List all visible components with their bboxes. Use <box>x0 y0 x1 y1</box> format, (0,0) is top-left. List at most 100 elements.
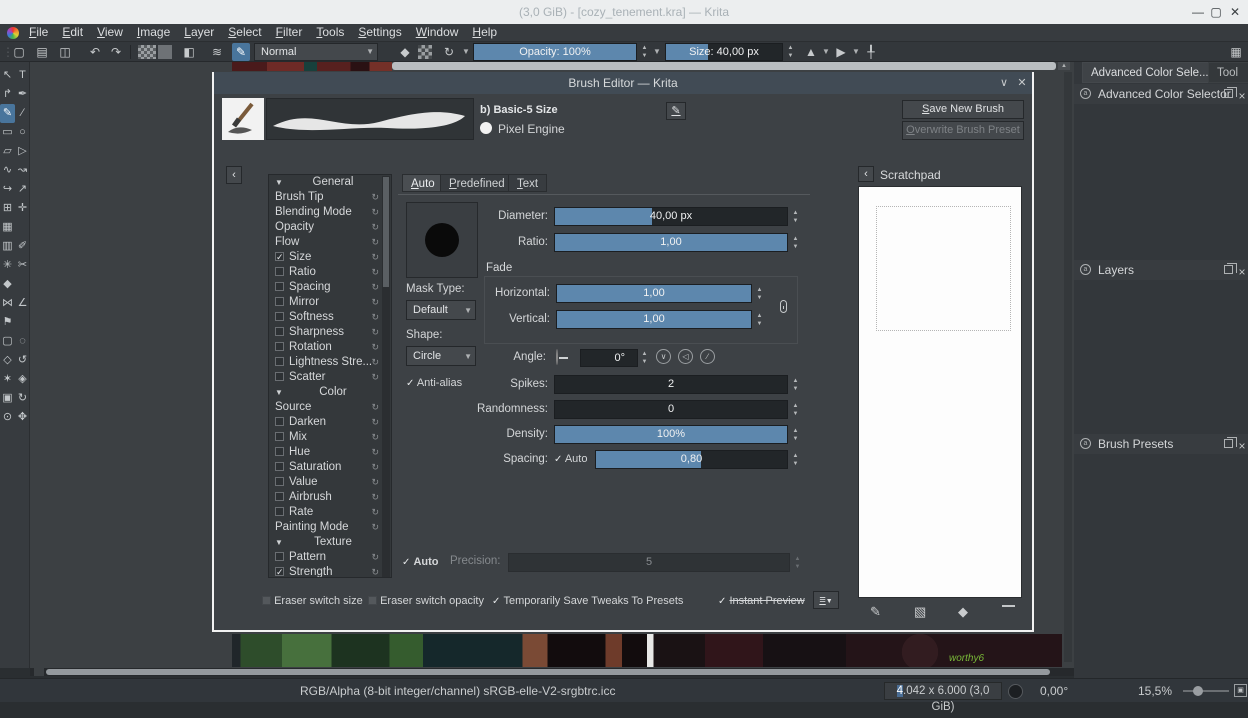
fade-vertical-stepper[interactable]: ▲ ▼ <box>754 312 765 328</box>
layers-header[interactable]: a Layers × <box>1074 260 1248 280</box>
dynamic-brush-tool-icon[interactable]: ↪ <box>0 180 15 199</box>
option-checkbox[interactable] <box>275 327 284 336</box>
option-checkbox[interactable] <box>275 250 284 265</box>
fade-horizontal-slider[interactable]: 1,00 <box>556 284 752 303</box>
close-dock-icon[interactable]: × <box>1236 86 1248 106</box>
select-shapes-tool-icon[interactable]: ↖ <box>0 66 15 85</box>
option-checkbox[interactable] <box>275 492 284 501</box>
rename-preset-icon[interactable]: ✎ <box>666 102 686 120</box>
brush-option-painting-mode[interactable]: Painting Mode ↻ <box>269 520 391 535</box>
brush-option-softness[interactable]: Softness ↻ <box>269 310 391 325</box>
diameter-slider[interactable]: 40,00 px <box>554 207 788 226</box>
brush-option-brush-tip[interactable]: Brush Tip ↻ <box>269 190 391 205</box>
scrollbar-left-box[interactable] <box>34 668 44 676</box>
brush-option-texture[interactable]: ▼ Texture <box>269 535 391 550</box>
precision-auto-checkbox[interactable]: ✓ Auto <box>402 555 439 570</box>
wrap-around-icon[interactable]: ╀ <box>862 43 880 61</box>
option-checkbox[interactable] <box>275 507 284 516</box>
brush-option-airbrush[interactable]: Airbrush ↻ <box>269 490 391 505</box>
bezier-curve-tool-icon[interactable]: ∿ <box>0 161 15 180</box>
polyline-tool-icon[interactable]: ▷ <box>15 142 30 161</box>
scratchpad-paint-icon[interactable]: ✎ <box>870 604 881 620</box>
collapse-list-icon[interactable]: ‹ <box>226 166 242 184</box>
float-dock-icon[interactable] <box>1224 263 1237 274</box>
ellipse-select-tool-icon[interactable]: ◌ <box>15 332 30 351</box>
menu-window[interactable]: Window <box>409 24 466 41</box>
open-document-icon[interactable]: ▤ <box>33 43 51 61</box>
fill-tool-icon[interactable]: ◆ <box>0 275 15 294</box>
size-stepper[interactable]: ▲ ▼ <box>785 44 796 60</box>
brush-option-rotation[interactable]: Rotation ↻ <box>269 340 391 355</box>
instant-preview-checkbox[interactable]: ✓ Instant Preview <box>718 594 805 609</box>
menu-layer[interactable]: Layer <box>177 24 221 41</box>
close-dock-icon[interactable]: × <box>1236 436 1248 456</box>
horizontal-scrollbar[interactable] <box>30 668 1074 676</box>
size-slider[interactable]: Size: 40,00 px <box>665 43 783 61</box>
option-checkbox[interactable] <box>275 282 284 291</box>
angle-diagonal-icon[interactable]: ∕ <box>700 349 715 364</box>
float-dock-icon[interactable] <box>1224 87 1237 98</box>
eraser-switch-opacity-checkbox[interactable]: Eraser switch opacity <box>368 594 484 608</box>
reload-preset-icon[interactable]: ↻ <box>440 43 458 61</box>
brush-option-source[interactable]: Source ↻ <box>269 400 391 415</box>
save-new-preset-button[interactable]: Save New Brush Preset... <box>902 100 1024 132</box>
menu-settings[interactable]: Settings <box>351 24 408 41</box>
eraser-mode-icon[interactable]: ◆ <box>396 43 414 61</box>
precision-stepper[interactable]: ▲ ▼ <box>792 555 803 571</box>
spikes-slider[interactable]: 2 <box>554 375 788 394</box>
angle-spinbox[interactable]: 0° <box>580 349 638 367</box>
acs-header[interactable]: a Advanced Color Selector × <box>1074 84 1248 104</box>
ellipse-tool-icon[interactable]: ○ <box>15 123 30 142</box>
precision-slider[interactable]: 5 <box>508 553 790 572</box>
minimize-icon[interactable]: — <box>1190 4 1206 20</box>
brush-option-saturation[interactable]: Saturation ↻ <box>269 460 391 475</box>
density-stepper[interactable]: ▲ ▼ <box>790 427 801 443</box>
brush-options-list[interactable]: ▼ General Brush Tip ↻ Blending Mode ↻ Opacity ↻… <box>268 174 392 578</box>
chevron-down-icon[interactable]: ▼ <box>653 47 661 56</box>
diameter-stepper[interactable]: ▲ ▼ <box>790 209 801 225</box>
tab-auto[interactable]: Auto <box>402 174 444 192</box>
angle-dial[interactable] <box>556 349 558 365</box>
section-collapse-icon[interactable]: ▼ <box>275 535 283 550</box>
brush-option-color[interactable]: ▼ Color <box>269 385 391 400</box>
move-tool-icon[interactable]: ✛ <box>15 199 30 218</box>
fade-vertical-slider[interactable]: 1,00 <box>556 310 752 329</box>
zoom-slider[interactable] <box>1183 686 1229 696</box>
assistants-tool-icon[interactable]: ⚑ <box>0 313 15 332</box>
undo-icon[interactable]: ↶ <box>86 43 104 61</box>
section-collapse-icon[interactable]: ▼ <box>275 175 283 190</box>
rect-select-tool-icon[interactable]: ▢ <box>0 332 15 351</box>
menu-filter[interactable]: Filter <box>269 24 310 41</box>
brush-presets-chooser-icon[interactable]: ≋ <box>208 43 226 61</box>
edit-shapes-tool-icon[interactable]: ↱ <box>0 85 15 104</box>
scratchpad-canvas[interactable] <box>858 186 1022 598</box>
option-checkbox[interactable] <box>275 357 284 366</box>
randomness-stepper[interactable]: ▲ ▼ <box>790 402 801 418</box>
vertical-scrollbar[interactable] <box>1064 72 1072 662</box>
gradient-tool-icon[interactable]: ▥ <box>0 237 15 256</box>
angle-stepper[interactable]: ▲ ▼ <box>639 350 650 366</box>
chevron-down-icon[interactable]: ▼ <box>822 47 830 56</box>
magnetic-select-tool-icon[interactable]: ▣ <box>0 389 15 408</box>
angle-snap-icon[interactable]: ∨ <box>656 349 671 364</box>
brush-option-strength[interactable]: Strength↻ <box>269 565 391 577</box>
randomness-slider[interactable]: 0 <box>554 400 788 419</box>
transform-tool-icon[interactable]: ⊞ <box>0 199 15 218</box>
float-dock-icon[interactable] <box>1224 437 1237 448</box>
overwrite-preset-button[interactable]: Overwrite Brush Preset <box>902 121 1024 140</box>
option-checkbox[interactable] <box>275 432 284 441</box>
option-checkbox[interactable] <box>275 267 284 276</box>
option-checkbox[interactable] <box>275 312 284 321</box>
scratchpad-gradient-icon[interactable]: ▧ <box>914 604 926 620</box>
dialog-titlebar[interactable]: Brush Editor — Krita ∨ ✕ <box>214 72 1032 94</box>
maximize-icon[interactable]: ▢ <box>1208 4 1224 20</box>
brush-option-flow[interactable]: Flow ↻ <box>269 235 391 250</box>
freehand-brush-tool-icon[interactable]: ✎ <box>0 104 15 123</box>
brush-option-lightness-stre-[interactable]: Lightness Stre... ↻ <box>269 355 391 370</box>
brush-option-value[interactable]: Value ↻ <box>269 475 391 490</box>
outline-select-tool-icon[interactable]: ↻ <box>15 389 30 408</box>
link-fade-icon[interactable] <box>780 300 787 313</box>
brush-option-pattern[interactable]: Pattern ↻ <box>269 550 391 565</box>
menu-tools[interactable]: Tools <box>309 24 351 41</box>
brush-option-size[interactable]: Size↻ <box>269 250 391 265</box>
